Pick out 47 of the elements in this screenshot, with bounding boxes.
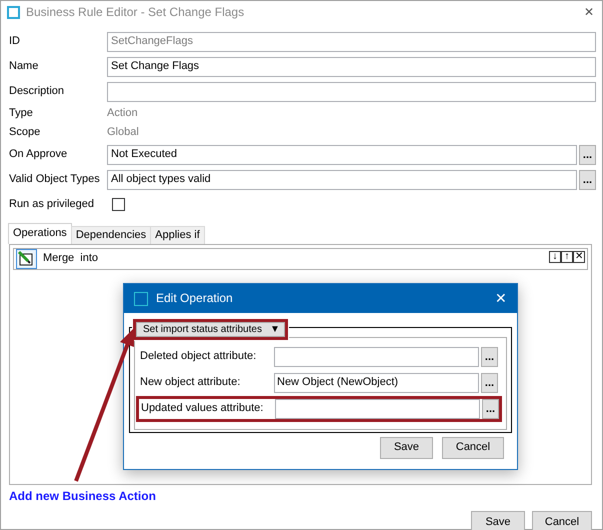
mode-dropdown[interactable]: Set import status attributes ▼ bbox=[136, 322, 285, 337]
text-field[interactable] bbox=[107, 82, 596, 102]
field-value: Action bbox=[107, 106, 138, 120]
close-button[interactable]: ✕ bbox=[584, 4, 594, 20]
operation-control[interactable]: ↑ bbox=[561, 251, 573, 263]
text-field[interactable]: Not Executed bbox=[107, 144, 577, 164]
field-label: Valid Object Types bbox=[9, 172, 101, 186]
text-field[interactable] bbox=[275, 399, 480, 419]
tab[interactable]: Dependencies bbox=[70, 226, 152, 244]
field-label: ID bbox=[9, 34, 21, 48]
browse-button[interactable]: ... bbox=[579, 170, 596, 190]
save-button[interactable]: Save bbox=[471, 511, 525, 530]
dialog-title: Edit Operation bbox=[156, 291, 233, 306]
field-label: Updated values attribute: bbox=[141, 402, 264, 416]
field-value: Global bbox=[107, 126, 139, 140]
cancel-button[interactable]: Cancel bbox=[442, 437, 504, 459]
tab[interactable]: Applies if bbox=[150, 226, 205, 244]
field-label: Deleted object attribute: bbox=[140, 350, 258, 364]
window-title: Business Rule Editor - Set Change Flags bbox=[26, 4, 244, 20]
app-icon bbox=[134, 292, 148, 306]
app-icon bbox=[7, 6, 20, 18]
text-field[interactable]: Set Change Flags bbox=[107, 56, 596, 76]
field-label: New object attribute: bbox=[140, 376, 242, 390]
field-label: Type bbox=[9, 106, 34, 120]
text-field[interactable]: All object types valid bbox=[107, 170, 577, 190]
pencil-icon bbox=[16, 249, 37, 269]
text-field[interactable]: New Object (NewObject) bbox=[274, 373, 479, 393]
operation-item[interactable]: Merge into ↓ ↑ ✕ bbox=[13, 248, 588, 270]
operation-control[interactable]: ↓ bbox=[549, 251, 561, 263]
operation-control[interactable]: ✕ bbox=[573, 251, 585, 263]
close-button[interactable]: ✕ bbox=[495, 290, 507, 307]
add-action-link[interactable]: Add new Business Action bbox=[9, 489, 156, 504]
field-label: Run as privileged bbox=[9, 198, 95, 212]
cancel-button[interactable]: Cancel bbox=[532, 511, 592, 530]
tab[interactable]: Operations bbox=[8, 223, 72, 244]
field-label: On Approve bbox=[9, 148, 68, 162]
field-label: Name bbox=[9, 60, 40, 74]
browse-button[interactable]: ... bbox=[481, 347, 498, 367]
browse-button[interactable]: ... bbox=[482, 399, 499, 419]
checkbox[interactable] bbox=[112, 198, 125, 211]
browse-button[interactable]: ... bbox=[481, 373, 498, 393]
field-label: Scope bbox=[9, 126, 42, 140]
browse-button[interactable]: ... bbox=[579, 144, 596, 164]
field-label: Description bbox=[9, 84, 66, 98]
operation-label: Merge into bbox=[43, 252, 98, 266]
save-button[interactable]: Save bbox=[380, 437, 433, 459]
text-field[interactable] bbox=[274, 347, 479, 367]
